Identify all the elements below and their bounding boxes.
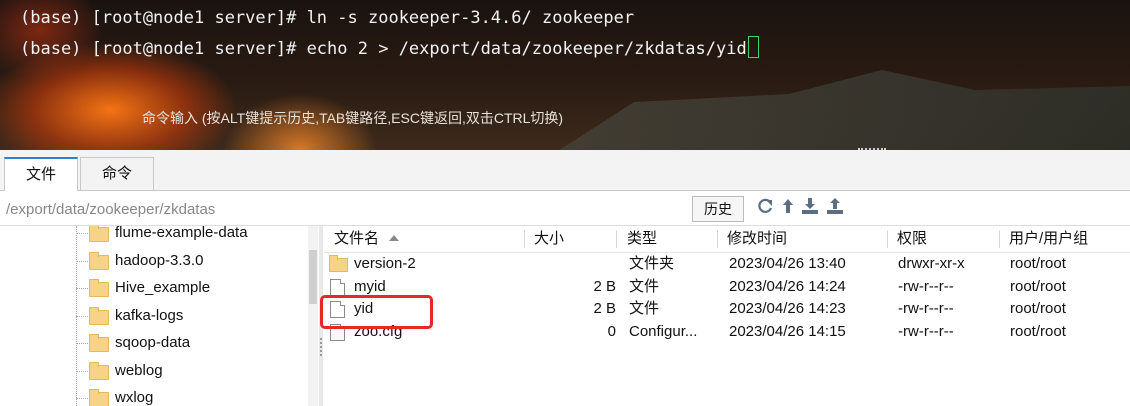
file-permission: -rw-r--r--: [898, 300, 954, 317]
file-type: 文件: [629, 300, 660, 317]
folder-icon: [89, 226, 109, 242]
download-icon[interactable]: [800, 197, 820, 217]
table-row[interactable]: myid 2 B 文件 2023/04/26 14:24 -rw-r--r-- …: [324, 275, 1130, 298]
file-owner: root/root: [1010, 255, 1066, 272]
terminal-line-text: (base) [root@node1 server]# echo 2 > /ex…: [20, 39, 747, 59]
folder-icon: [89, 362, 109, 380]
tree-item-label: wxlog: [115, 389, 154, 406]
refresh-icon[interactable]: [755, 197, 775, 217]
file-owner: root/root: [1010, 300, 1066, 317]
column-header-label: 文件名: [334, 230, 380, 247]
tree-item-label: hadoop-3.3.0: [115, 252, 204, 269]
sort-ascending-icon: [389, 235, 400, 241]
file-owner: root/root: [1010, 323, 1066, 340]
terminal-line: (base) [root@node1 server]# ln -s zookee…: [20, 8, 635, 28]
column-header-owner[interactable]: 用户/用户组: [1009, 226, 1088, 252]
file-type: Configur...: [629, 323, 698, 340]
folder-icon: [89, 389, 109, 406]
file-mtime: 2023/04/26 13:40: [729, 255, 846, 272]
tree-stub: [76, 316, 88, 317]
tree-stub: [76, 371, 88, 372]
file-permission: -rw-r--r--: [898, 323, 954, 340]
file-owner: root/root: [1010, 278, 1066, 295]
column-separator[interactable]: [717, 230, 718, 248]
file-mtime: 2023/04/26 14:23: [729, 300, 846, 317]
terminal-panel[interactable]: (base) [root@node1 server]# ln -s zookee…: [0, 0, 1130, 150]
tree-item-label: kafka-logs: [115, 307, 184, 324]
highlight-annotation-box: [320, 295, 433, 329]
folder-icon: [89, 252, 109, 270]
tree-item-label: weblog: [115, 362, 163, 379]
tree-item-label: flume-example-data: [115, 226, 248, 241]
directory-tree: flume-example-data hadoop-3.3.0 Hive_exa…: [0, 226, 318, 406]
file-mtime: 2023/04/26 14:24: [729, 278, 846, 295]
column-header-type[interactable]: 类型: [627, 226, 657, 252]
path-bar: 历史: [0, 191, 1130, 226]
file-size: 2 B: [593, 300, 616, 317]
file-name: version-2: [354, 255, 416, 272]
column-header-mtime[interactable]: 修改时间: [727, 226, 787, 252]
file-type: 文件夹: [629, 255, 675, 272]
column-header-name[interactable]: 文件名: [334, 226, 400, 252]
folder-icon: [89, 279, 109, 297]
column-separator[interactable]: [524, 230, 525, 248]
tree-scrollbar-thumb[interactable]: [309, 250, 317, 304]
upload-icon[interactable]: [825, 197, 845, 217]
column-separator[interactable]: [887, 230, 888, 248]
column-separator[interactable]: [616, 230, 617, 248]
folder-icon: [329, 255, 348, 272]
tree-stub: [76, 288, 88, 289]
tree-scrollbar[interactable]: [308, 226, 318, 406]
table-row[interactable]: zoo.cfg 0 Configur... 2023/04/26 14:15 -…: [324, 320, 1130, 343]
history-button[interactable]: 历史: [692, 196, 744, 222]
tree-stub: [76, 343, 88, 344]
file-icon: [330, 279, 345, 296]
file-type: 文件: [629, 278, 660, 295]
tree-item-label: Hive_example: [115, 279, 211, 296]
file-permission: -rw-r--r--: [898, 278, 954, 295]
column-separator[interactable]: [999, 230, 1000, 248]
file-permission: drwxr-xr-x: [898, 255, 965, 272]
table-row[interactable]: version-2 文件夹 2023/04/26 13:40 drwxr-xr-…: [324, 252, 1130, 275]
folder-icon: [89, 307, 109, 325]
file-mtime: 2023/04/26 14:15: [729, 323, 846, 340]
table-row[interactable]: yid 2 B 文件 2023/04/26 14:23 -rw-r--r-- r…: [324, 297, 1130, 320]
folder-icon: [89, 334, 109, 352]
tree-item-label: sqoop-data: [115, 334, 191, 351]
up-arrow-icon[interactable]: [778, 197, 798, 217]
tree-stub: [76, 398, 88, 399]
file-size: 2 B: [593, 278, 616, 295]
path-input[interactable]: [4, 196, 692, 222]
file-size: 0: [607, 323, 616, 340]
terminal-line: (base) [root@node1 server]# echo 2 > /ex…: [20, 36, 759, 59]
terminal-cursor: [747, 36, 759, 58]
file-list: 文件名 大小 类型 修改时间 权限 用户/用户组 version-2 文件夹 2…: [324, 226, 1130, 406]
tab-files[interactable]: 文件: [4, 157, 78, 192]
tree-stub: [76, 233, 88, 234]
background-roof-decoration: [559, 70, 1130, 150]
file-list-header: 文件名 大小 类型 修改时间 权限 用户/用户组: [324, 226, 1130, 253]
column-header-permission[interactable]: 权限: [897, 226, 927, 252]
tree-stub: [76, 261, 88, 262]
command-input-hint[interactable]: 命令输入 (按ALT键提示历史,TAB键路径,ESC键返回,双击CTRL切换): [142, 108, 563, 128]
tab-commands[interactable]: 命令: [80, 157, 154, 190]
column-header-size[interactable]: 大小: [534, 226, 564, 252]
tab-bar: 文件 命令: [0, 150, 1130, 192]
